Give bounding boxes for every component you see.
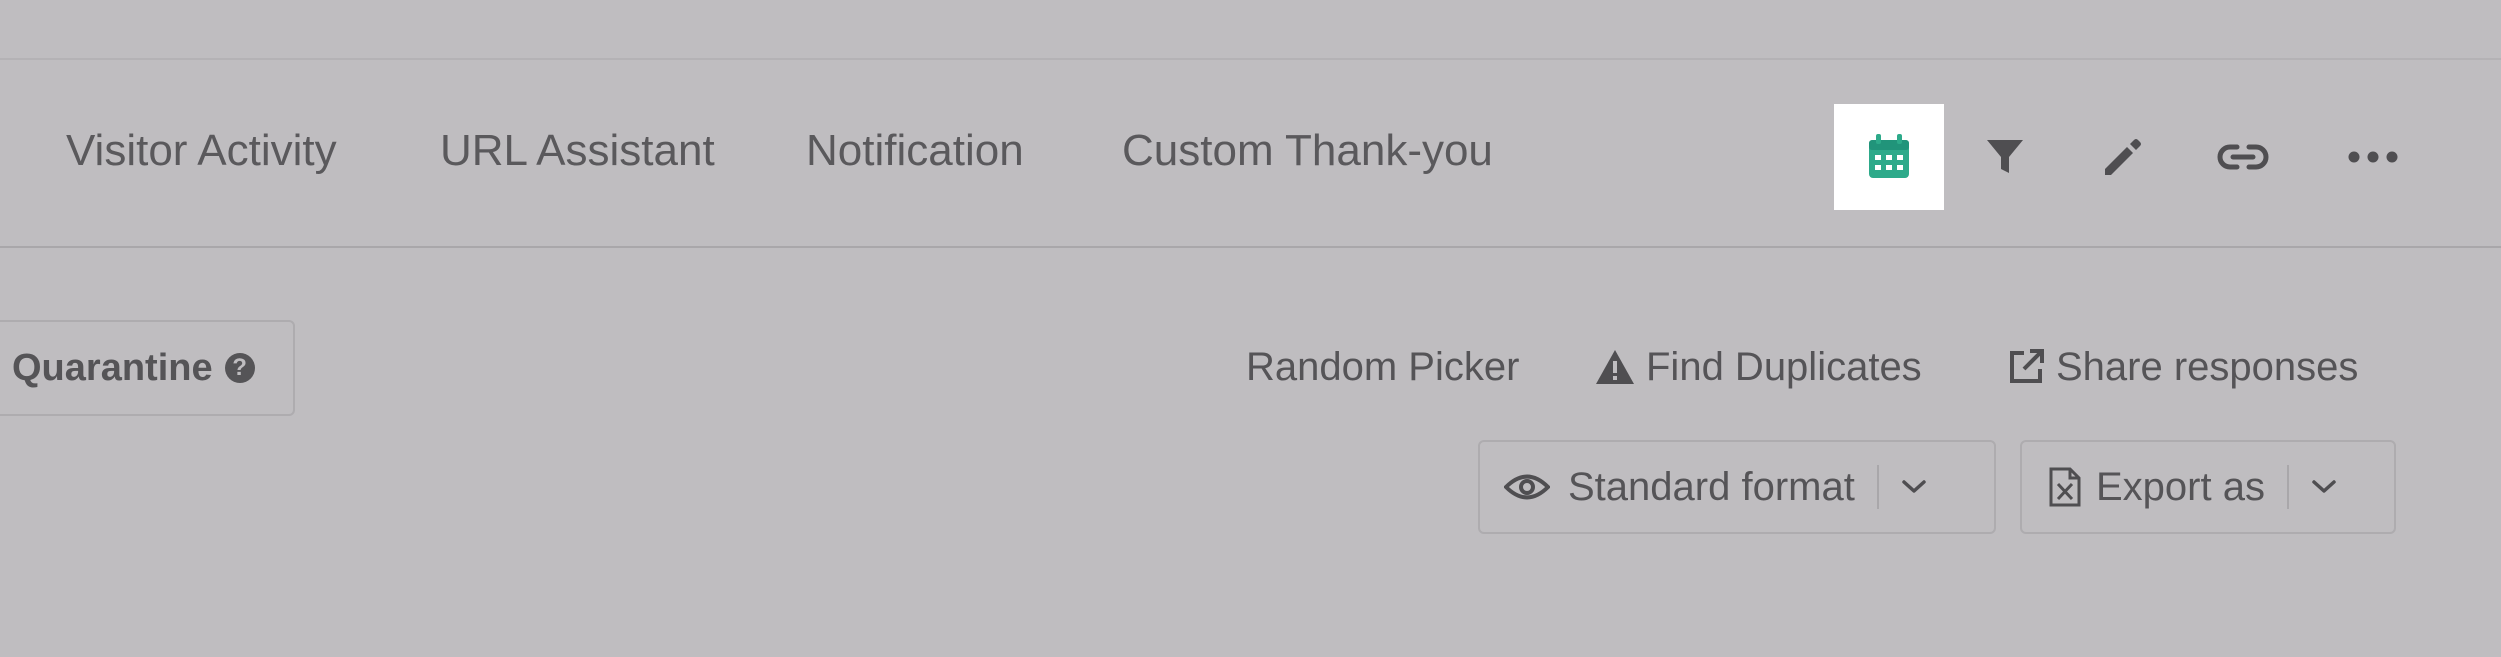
quarantine-button[interactable]: Quarantine ? (0, 320, 295, 416)
tab-notification[interactable]: Notification (806, 126, 1024, 176)
link-icon (2217, 144, 2269, 170)
more-options-button[interactable] (2318, 104, 2428, 210)
form-header-bar: Visitor Activity URL Assistant Notificat… (0, 62, 2501, 248)
share-responses-button[interactable]: Share responses (2006, 342, 2358, 392)
random-picker-button[interactable]: Random Picker (1246, 342, 1519, 392)
eye-icon (1504, 474, 1550, 500)
chevron-down-icon[interactable] (2311, 479, 2337, 495)
chevron-down-icon[interactable] (1901, 479, 1927, 495)
view-format-selected: Standard format (1568, 464, 1855, 509)
excel-file-icon (2049, 467, 2081, 507)
random-picker-label: Random Picker (1246, 345, 1520, 389)
more-icon (2348, 151, 2398, 163)
filter-icon (1987, 140, 2023, 173)
find-duplicates-button[interactable]: Find Duplicates (1594, 342, 1922, 392)
link-button[interactable] (2188, 104, 2298, 210)
help-icon[interactable]: ? (224, 353, 255, 383)
share-responses-label: Share responses (2056, 345, 2359, 389)
find-duplicates-label: Find Duplicates (1646, 345, 1922, 389)
tab-custom-thank-you[interactable]: Custom Thank-you (1122, 126, 1493, 176)
dropdown-divider (2286, 465, 2289, 509)
pencil-icon (2105, 139, 2141, 175)
dropdown-divider (1876, 465, 1879, 509)
tab-visitor-activity[interactable]: Visitor Activity (66, 126, 337, 176)
external-link-icon (2010, 349, 2044, 383)
export-label: Export as (2096, 464, 2265, 509)
quarantine-label: Quarantine (12, 346, 213, 389)
calendar-icon (1869, 134, 1909, 178)
edit-button[interactable] (2068, 104, 2178, 210)
view-format-dropdown[interactable]: Standard format (1478, 440, 1996, 534)
warning-icon (1596, 350, 1634, 384)
filter-button[interactable] (1950, 104, 2060, 210)
export-dropdown[interactable]: Export as (2020, 440, 2396, 534)
calendar-button[interactable] (1834, 104, 1944, 210)
top-strip (0, 0, 2501, 60)
tab-url-assistant[interactable]: URL Assistant (440, 126, 715, 176)
